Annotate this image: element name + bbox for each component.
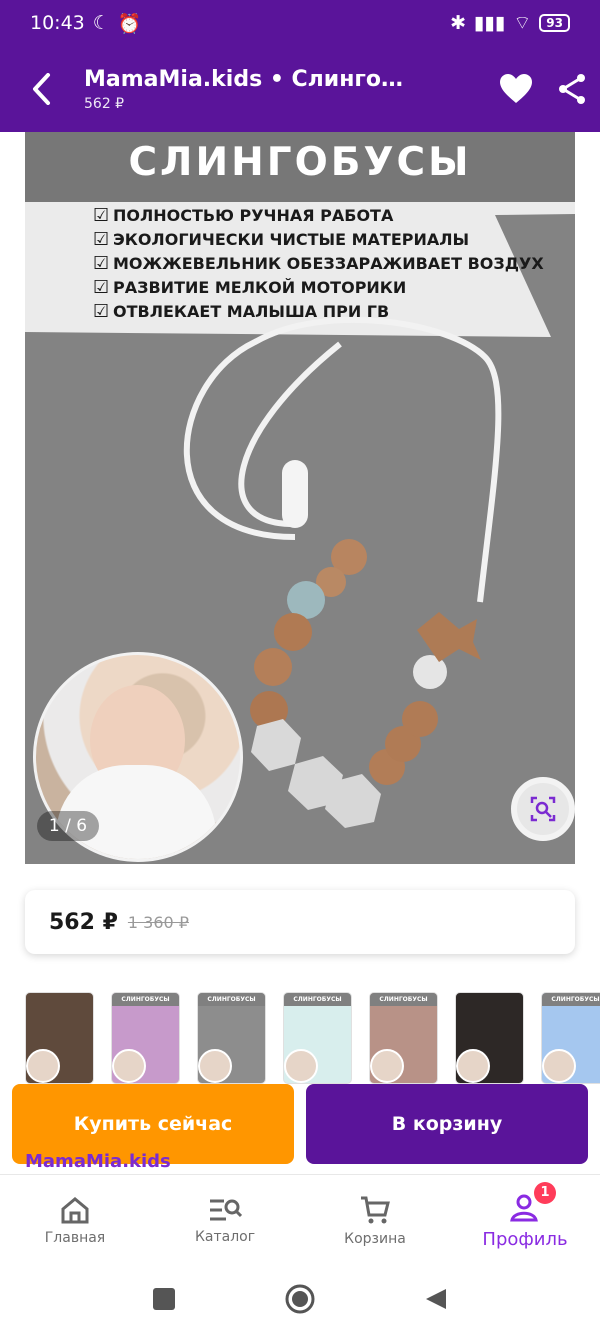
thumbnail-circle-photo bbox=[370, 1049, 404, 1083]
price-card: 562 ₽ 1 360 ₽ bbox=[25, 890, 575, 954]
thumbnail-strip: СЛИНГОБУСЫ СЛИНГОБУСЫ СЛИНГОБУСЫ СЛИНГОБУСЫ… bbox=[25, 992, 600, 1086]
thumbnail-caption: СЛИНГОБУСЫ bbox=[542, 993, 600, 1006]
image-search-icon bbox=[530, 796, 556, 822]
nav-catalog-label: Каталог bbox=[194, 1229, 256, 1245]
thumbnail-caption: СЛИНГОБУСЫ bbox=[284, 993, 351, 1006]
product-thumbnail[interactable]: СЛИНГОБУСЫ bbox=[197, 992, 266, 1084]
nav-cart-label: Корзина bbox=[344, 1231, 406, 1247]
thumbnail-caption: СЛИНГОБУСЫ bbox=[112, 993, 179, 1006]
catalog-search-icon bbox=[210, 1199, 242, 1221]
nav-catalog[interactable]: Каталог bbox=[150, 1175, 300, 1267]
bottom-navigation: Главная Каталог Корзина 1 Профиль bbox=[0, 1174, 600, 1266]
thumbnail-circle-photo bbox=[198, 1049, 232, 1083]
back-system-icon[interactable] bbox=[424, 1287, 448, 1311]
product-image-gallery[interactable]: СЛИНГОБУСЫ ☑ ПОЛНОСТЬЮ РУЧНАЯ РАБОТА ☑ ЭКО… bbox=[25, 132, 575, 864]
signal-icon: ▮▮▮ bbox=[474, 12, 506, 34]
product-thumbnail[interactable] bbox=[455, 992, 524, 1084]
share-button[interactable] bbox=[544, 46, 600, 132]
thumbnail-circle-photo bbox=[456, 1049, 490, 1083]
back-button[interactable] bbox=[0, 46, 84, 132]
profile-badge: 1 bbox=[534, 1182, 556, 1204]
product-thumbnail[interactable]: СЛИНГОБУСЫ bbox=[369, 992, 438, 1084]
image-search-button[interactable] bbox=[511, 777, 575, 841]
nav-home-label: Главная bbox=[44, 1230, 106, 1246]
nav-home[interactable]: Главная bbox=[0, 1175, 150, 1267]
battery-indicator: 93 bbox=[539, 14, 570, 32]
image-counter: 1 / 6 bbox=[37, 811, 99, 841]
seller-name[interactable]: MamaMia.kids bbox=[25, 1151, 171, 1172]
system-navigation bbox=[0, 1266, 600, 1332]
thumbnail-circle-photo bbox=[26, 1049, 60, 1083]
nav-profile[interactable]: 1 Профиль bbox=[450, 1175, 600, 1267]
back-arrow-icon bbox=[33, 73, 50, 105]
favorite-button[interactable] bbox=[488, 46, 544, 132]
thumbnail-circle-photo bbox=[112, 1049, 146, 1083]
product-thumbnail[interactable]: СЛИНГОБУСЫ bbox=[111, 992, 180, 1084]
old-price: 1 360 ₽ bbox=[127, 912, 189, 932]
nav-cart[interactable]: Корзина bbox=[300, 1175, 450, 1267]
clock: 10:43 bbox=[30, 12, 85, 34]
title-block: MamaMia.kids • Слингобусы 562 ₽ bbox=[84, 67, 488, 112]
product-thumbnail[interactable]: СЛИНГОБУСЫ bbox=[541, 992, 600, 1084]
thumbnail-circle-photo bbox=[284, 1049, 318, 1083]
recents-icon[interactable] bbox=[152, 1287, 176, 1311]
bluetooth-icon: ✱ bbox=[450, 12, 467, 34]
cart-icon bbox=[361, 1196, 390, 1224]
status-left: 10:43 ☾ ⏰ bbox=[30, 12, 141, 35]
status-bar: 10:43 ☾ ⏰ ✱ ▮▮▮ ⌔ 93 bbox=[0, 0, 600, 46]
thumbnail-caption: СЛИНГОБУСЫ bbox=[370, 993, 437, 1006]
alarm-off-icon: ⏰ bbox=[117, 12, 142, 35]
top-app-bar: MamaMia.kids • Слингобусы 562 ₽ bbox=[0, 46, 600, 132]
heart-icon bbox=[500, 74, 532, 103]
nav-profile-label: Профиль bbox=[482, 1228, 568, 1250]
header-price: 562 ₽ bbox=[84, 95, 125, 112]
home-icon bbox=[61, 1197, 89, 1224]
share-icon bbox=[559, 74, 585, 104]
moon-icon: ☾ bbox=[92, 12, 110, 34]
product-thumbnail[interactable]: СЛИНГОБУСЫ bbox=[283, 992, 352, 1084]
thumbnail-caption: СЛИНГОБУСЫ bbox=[198, 993, 265, 1006]
status-right: ✱ ▮▮▮ ⌔ 93 bbox=[450, 11, 570, 35]
thumbnail-circle-photo bbox=[542, 1049, 576, 1083]
current-price: 562 ₽ bbox=[49, 909, 118, 935]
page-title: MamaMia.kids • Слингобусы bbox=[84, 66, 414, 92]
home-system-icon[interactable] bbox=[284, 1283, 316, 1315]
add-to-cart-button[interactable]: В корзину bbox=[306, 1084, 588, 1164]
wifi-icon: ⌔ bbox=[513, 12, 532, 34]
product-thumbnail[interactable] bbox=[25, 992, 94, 1084]
